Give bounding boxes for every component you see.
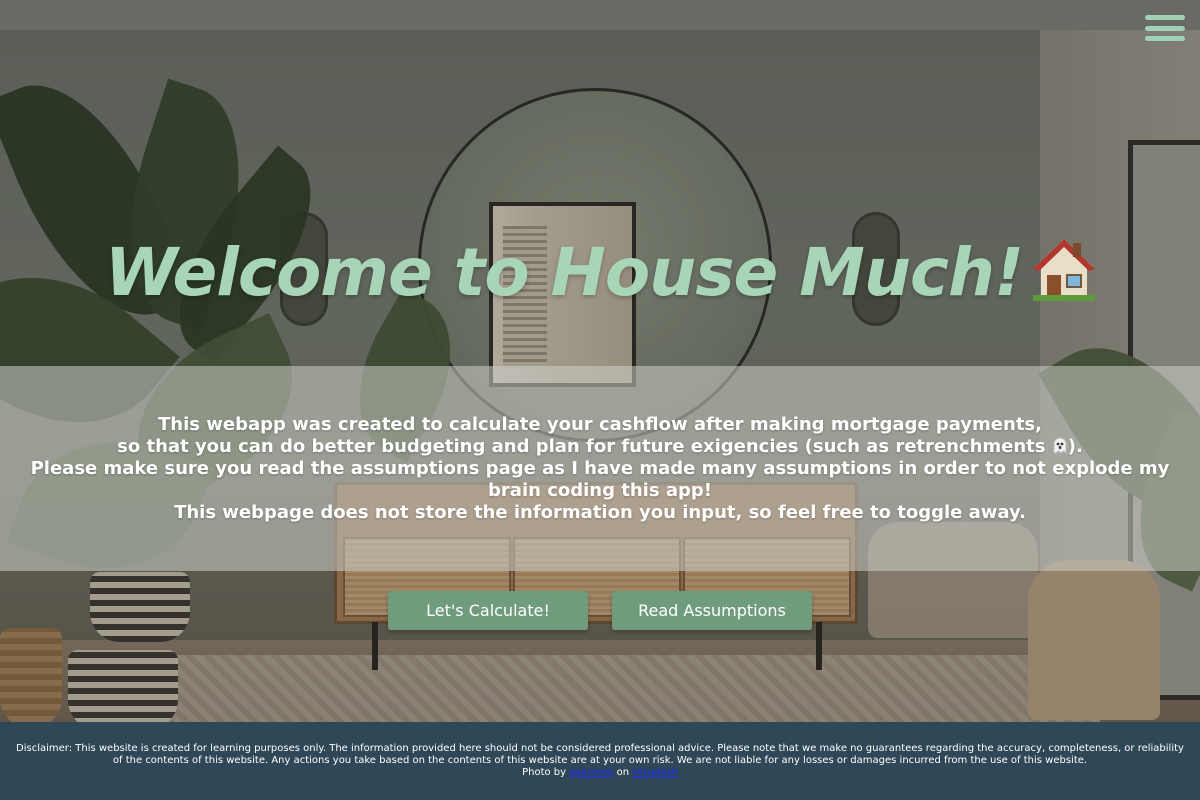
- ghost-icon: [1052, 436, 1068, 455]
- page-title-text: Welcome to House Much!: [104, 234, 1024, 311]
- menu-bar: [1145, 15, 1185, 20]
- photographer-link[interactable]: spacejoy: [569, 767, 613, 778]
- page-title: Welcome to House Much!: [0, 228, 1200, 318]
- intro-line: Please make sure you read the assumption…: [30, 458, 1170, 501]
- hamburger-menu-icon[interactable]: [1145, 15, 1185, 41]
- disclaimer-text: Disclaimer: This website is created for …: [16, 743, 1184, 766]
- intro-line: This webapp was created to calculate you…: [158, 414, 1042, 435]
- menu-bar: [1145, 25, 1185, 31]
- intro-line-text: ).: [1067, 436, 1083, 457]
- house-icon: [1033, 234, 1096, 301]
- intro-line: so that you can do better budgeting and …: [10, 436, 1190, 458]
- unsplash-link[interactable]: Unsplash: [632, 767, 678, 778]
- read-assumptions-button[interactable]: Read Assumptions: [612, 591, 812, 630]
- photo-credit-middle: on: [616, 767, 630, 778]
- photo-credit: Photo by spacejoy on Unsplash: [14, 767, 1186, 779]
- disclaimer-footer: Disclaimer: This website is created for …: [0, 722, 1200, 800]
- menu-bar: [1145, 36, 1185, 41]
- lets-calculate-button[interactable]: Let's Calculate!: [388, 591, 588, 630]
- intro-text: This webapp was created to calculate you…: [0, 414, 1200, 524]
- intro-line: This webpage does not store the informat…: [174, 502, 1026, 523]
- photo-credit-prefix: Photo by: [522, 767, 567, 778]
- intro-line-text: so that you can do better budgeting and …: [117, 436, 1046, 457]
